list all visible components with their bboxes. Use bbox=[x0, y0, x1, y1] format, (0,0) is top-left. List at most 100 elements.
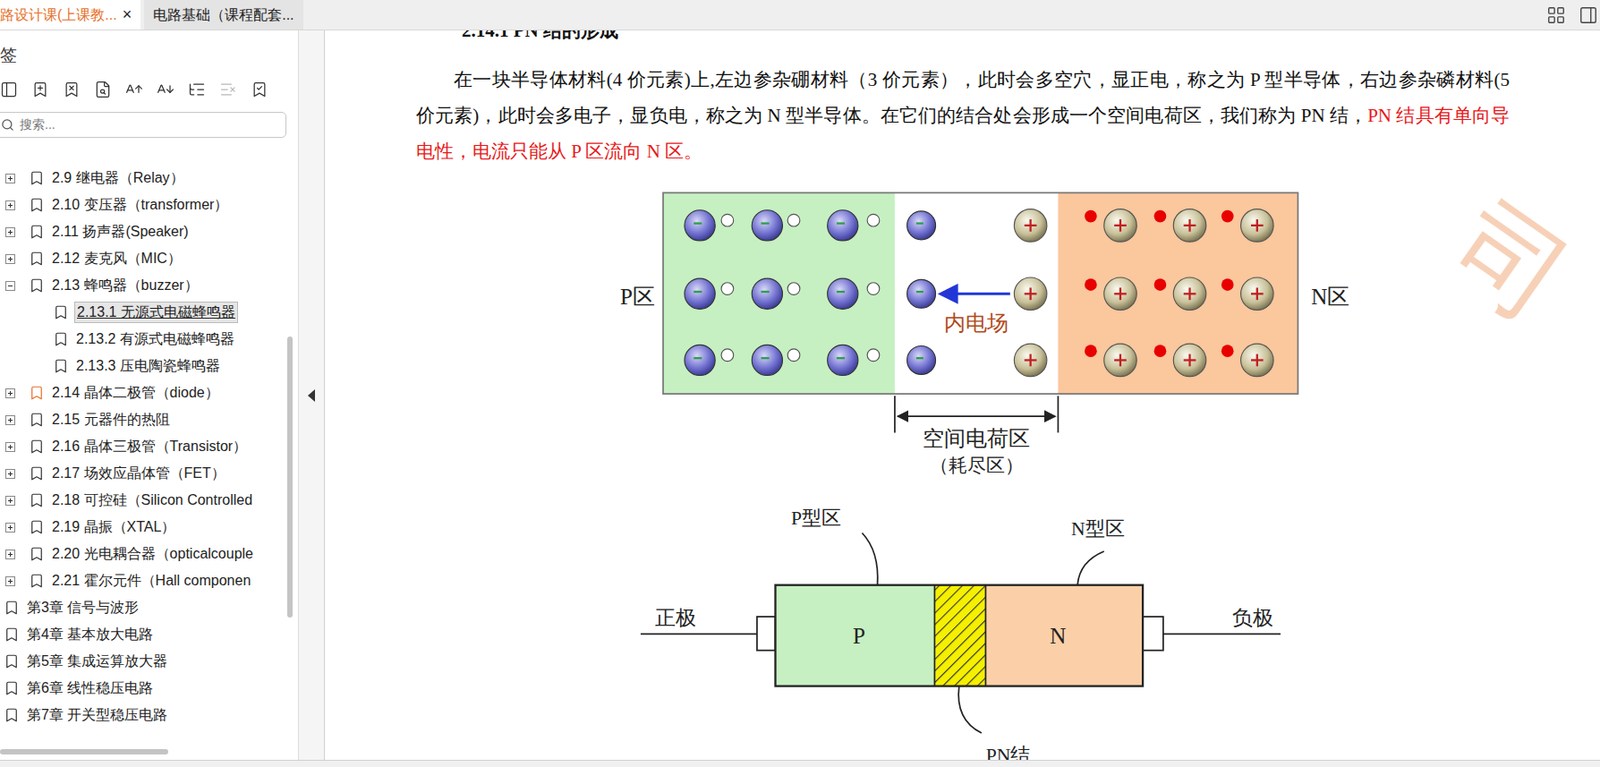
pdf-reader: 路设计课(上课教...×电路基础（课程配套...签搜索...2.9 继电器（Re… bbox=[0, 0, 1600, 767]
bookmark-label: 2.13.1 无源式电磁蜂鸣器 bbox=[74, 301, 239, 324]
bookmark-label: 2.21 霍尔元件（Hall componen bbox=[50, 570, 253, 591]
bookmark-item[interactable]: 2.16 晶体三极管（Transistor） bbox=[0, 433, 281, 460]
bookmark-icon bbox=[3, 653, 20, 670]
bookmark-label: 第5章 集成运算放大器 bbox=[25, 651, 170, 672]
collapse-icon[interactable] bbox=[5, 280, 16, 291]
bookmark-item[interactable]: 第6章 线性稳压电路 bbox=[0, 674, 281, 702]
bookmark-label: 2.14 晶体二极管（diode） bbox=[50, 382, 222, 403]
bookmark-item[interactable]: 第4章 基本放大电路 bbox=[0, 621, 281, 648]
bookmark-icon bbox=[28, 519, 45, 536]
bookmark-icon bbox=[28, 492, 45, 509]
bookmark-icon bbox=[52, 357, 69, 375]
tree-remove-icon[interactable] bbox=[219, 80, 238, 99]
bookmark-item[interactable]: 2.13.1 无源式电磁蜂鸣器 bbox=[0, 298, 281, 326]
bookmark-tree: 2.9 继电器（Relay） 2.10 变压器（transformer） 2.11 … bbox=[0, 164, 281, 729]
tree-icon[interactable] bbox=[187, 80, 206, 99]
bookmark-icon bbox=[28, 545, 45, 562]
bookmark-find-icon[interactable] bbox=[93, 80, 112, 99]
bookmark-icon bbox=[52, 304, 69, 321]
tab-label: 路设计课(上课教... bbox=[0, 4, 118, 26]
expand-icon[interactable] bbox=[5, 442, 16, 452]
bookmark-icon bbox=[28, 250, 45, 267]
bookmark-icon bbox=[28, 438, 45, 455]
bookmark-label: 2.20 光电耦合器（opticalcouple bbox=[50, 544, 256, 564]
bookmark-item[interactable]: 2.11 扬声器(Speaker) bbox=[0, 218, 281, 246]
bookmark-item[interactable]: 2.9 继电器（Relay） bbox=[0, 164, 281, 192]
bookmark-label: 第3章 信号与波形 bbox=[25, 597, 141, 618]
p-text: P bbox=[852, 623, 866, 648]
bookmark-icon bbox=[28, 465, 45, 482]
body-text: 在一块半导体材料(4 价元素)上,左边参杂硼材料（3 价元素），此时会多空穴，显… bbox=[416, 68, 1510, 127]
bookmark-add-icon[interactable] bbox=[31, 80, 50, 99]
cathode-label: 负极 bbox=[1232, 606, 1274, 630]
bookmark-item[interactable]: 第3章 信号与波形 bbox=[0, 594, 281, 622]
bookmark-label: 2.10 变压器（transformer） bbox=[50, 195, 230, 215]
main-area: 签搜索...2.9 继电器（Relay）2.10 变压器（transformer… bbox=[0, 30, 1600, 760]
bookmark-item[interactable]: 第7章 开关型稳压电路 bbox=[0, 701, 281, 729]
bookmark-delete-icon[interactable] bbox=[62, 80, 81, 99]
panel-icon[interactable] bbox=[0, 80, 18, 99]
tab-bar: 路设计课(上课教...×电路基础（课程配套... bbox=[0, 0, 1600, 31]
junction-label: PN结 bbox=[986, 744, 1031, 760]
bookmark-label: 2.11 扬声器(Speaker) bbox=[50, 221, 191, 242]
expand-icon[interactable] bbox=[5, 227, 16, 238]
expand-icon[interactable] bbox=[5, 549, 16, 560]
bookmark-item[interactable]: 2.10 变压器（transformer） bbox=[0, 191, 281, 219]
font-decrease-icon[interactable] bbox=[156, 80, 175, 99]
bookmark-icon bbox=[3, 626, 20, 643]
bookmark-item[interactable]: 2.13 蜂鸣器（buzzer） bbox=[0, 272, 281, 299]
bookmark-label: 2.9 继电器（Relay） bbox=[50, 168, 187, 188]
layout-grid-icon[interactable] bbox=[1546, 5, 1566, 26]
expand-icon[interactable] bbox=[5, 576, 16, 587]
bookmark-item[interactable]: 2.17 场效应晶体管（FET） bbox=[0, 459, 281, 487]
document-tab[interactable]: 电路基础（课程配套... bbox=[144, 0, 303, 30]
bookmark-label: 2.13.3 压电陶瓷蜂鸣器 bbox=[74, 356, 222, 376]
expand-icon[interactable] bbox=[5, 468, 16, 479]
bookmark-label: 2.18 可控硅（Silicon Controlled bbox=[50, 490, 255, 511]
bookmark-item[interactable]: 2.15 元器件的热阻 bbox=[0, 406, 281, 434]
search-field[interactable]: 搜索... bbox=[0, 111, 287, 138]
sidebar-toggle-strip bbox=[298, 30, 325, 760]
document-tab[interactable]: 路设计课(上课教...× bbox=[0, 0, 141, 30]
bookmark-item[interactable]: 2.12 麦克风（MIC） bbox=[0, 245, 281, 273]
font-increase-icon[interactable] bbox=[125, 80, 144, 99]
expand-icon[interactable] bbox=[5, 495, 16, 506]
bookmark-icon bbox=[28, 223, 45, 240]
search-icon bbox=[0, 118, 15, 132]
bookmark-item[interactable]: 2.18 可控硅（Silicon Controlled bbox=[0, 486, 281, 514]
bookmark-icon bbox=[3, 706, 20, 724]
bookmark-item[interactable]: 2.14 晶体二极管（diode） bbox=[0, 379, 281, 407]
bookmark-icon bbox=[28, 196, 45, 213]
bookmark-label: 2.13 蜂鸣器（buzzer） bbox=[50, 275, 201, 296]
expand-icon[interactable] bbox=[5, 522, 16, 533]
bookmark-item[interactable]: 2.20 光电耦合器（opticalcouple bbox=[0, 540, 281, 568]
search-placeholder: 搜索... bbox=[19, 115, 56, 135]
expand-icon[interactable] bbox=[5, 388, 16, 399]
expand-icon[interactable] bbox=[5, 254, 16, 264]
bookmark-item[interactable]: 2.19 晶振（XTAL） bbox=[0, 513, 281, 541]
bookmark-icon bbox=[28, 572, 45, 589]
bookmark-label: 第6章 线性稳压电路 bbox=[25, 678, 155, 698]
collapse-arrow-icon[interactable] bbox=[306, 389, 316, 402]
bookmark-item[interactable]: 2.21 霍尔元件（Hall componen bbox=[0, 567, 281, 595]
tab-close[interactable]: × bbox=[122, 2, 133, 27]
bookmark-item[interactable]: 2.13.2 有源式电磁蜂鸣器 bbox=[0, 325, 281, 353]
document-view: 2.14.1 PN 结的形成在一块半导体材料(4 价元素)上,左边参杂硼材料（3… bbox=[324, 30, 1600, 760]
body-paragraph: 在一块半导体材料(4 价元素)上,左边参杂硼材料（3 价元素），此时会多空穴，显… bbox=[416, 61, 1510, 170]
pn-junction-diagram: 内电场P区N区空间电荷区（耗尽区） bbox=[612, 183, 1368, 480]
vertical-scrollbar[interactable] bbox=[287, 336, 293, 618]
panel-right-icon[interactable] bbox=[1578, 5, 1599, 26]
n-label: N区 bbox=[1310, 284, 1350, 309]
bookmark-icon bbox=[28, 384, 45, 401]
status-bar bbox=[0, 759, 1600, 767]
expand-icon[interactable] bbox=[5, 200, 16, 211]
expand-icon[interactable] bbox=[5, 415, 16, 426]
bookmark-check-icon[interactable] bbox=[250, 80, 269, 99]
bookmark-item[interactable]: 第5章 集成运算放大器 bbox=[0, 647, 281, 675]
diode-structure-diagram: P型区N型区正极负极PNPN结 bbox=[612, 500, 1368, 760]
n-region-label: N型区 bbox=[1071, 518, 1125, 540]
horizontal-scrollbar[interactable] bbox=[0, 748, 169, 755]
sidebar-toolbar bbox=[0, 75, 298, 104]
expand-icon[interactable] bbox=[5, 173, 16, 184]
bookmark-item[interactable]: 2.13.3 压电陶瓷蜂鸣器 bbox=[0, 352, 281, 380]
